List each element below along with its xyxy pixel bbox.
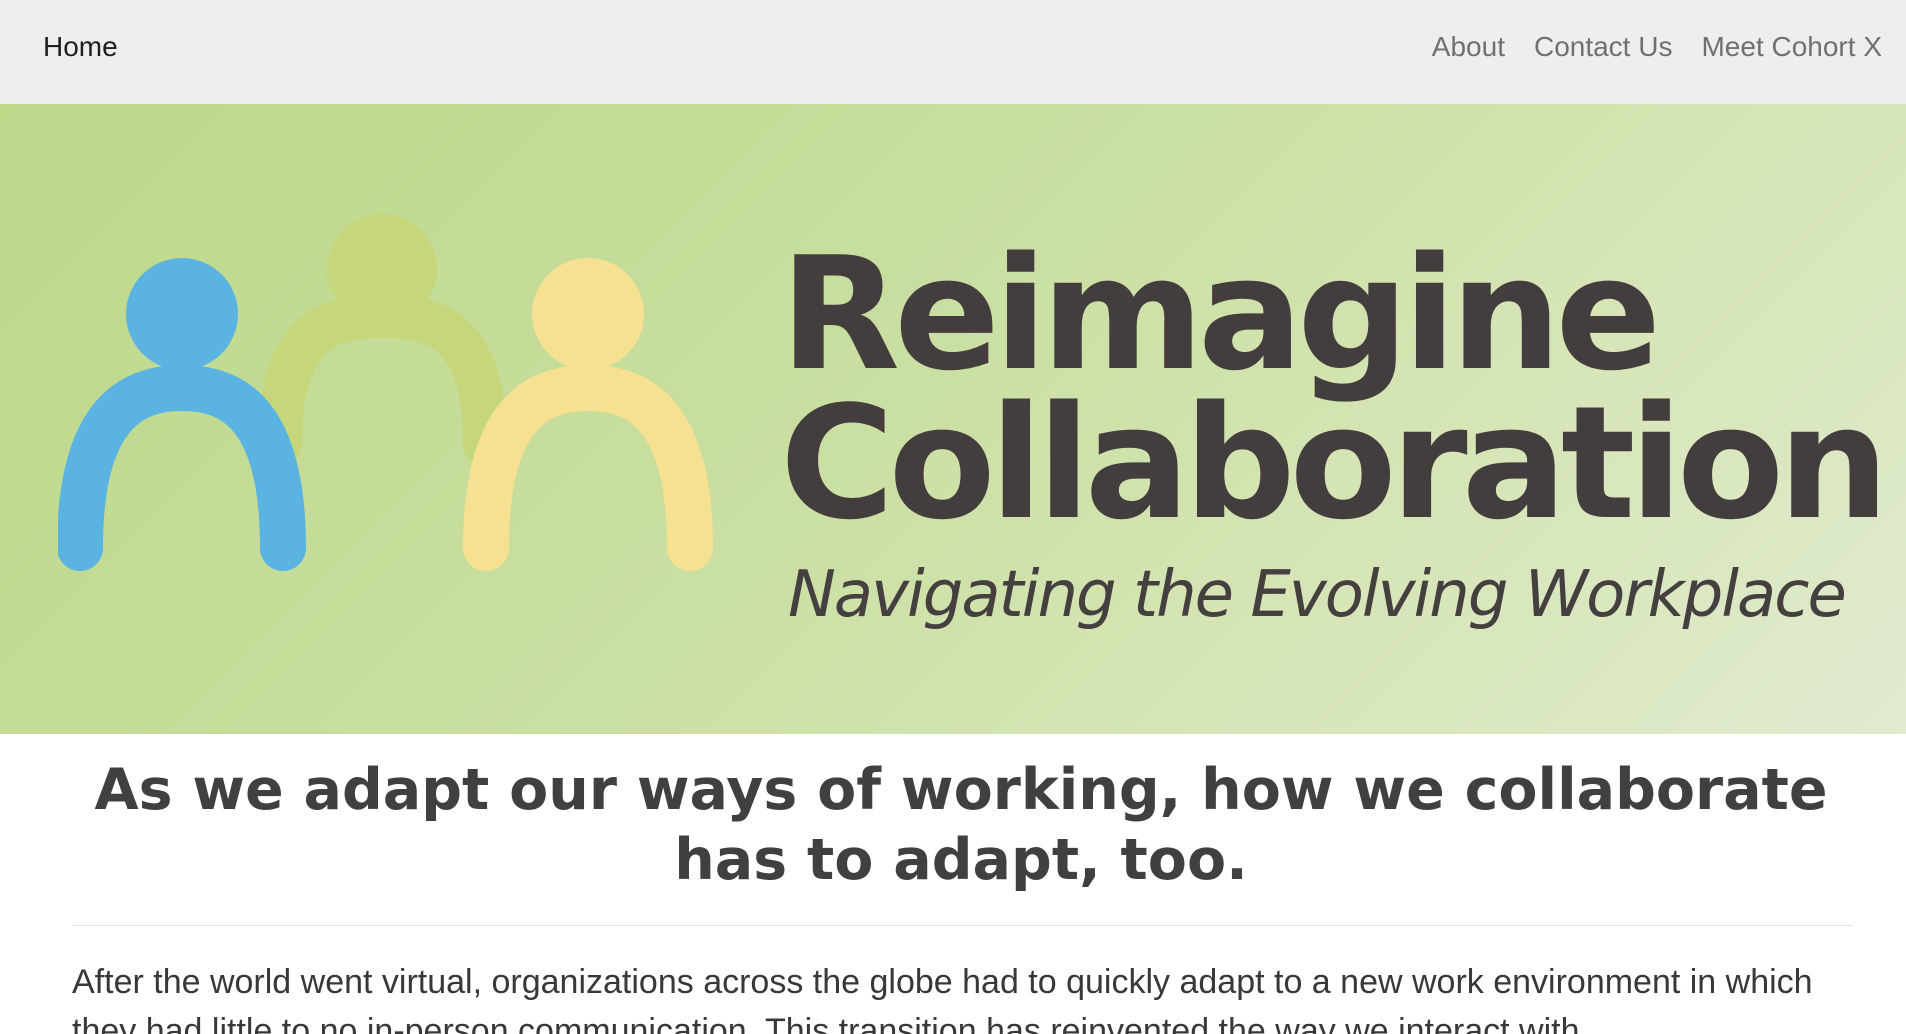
three-people-logo-icon (58, 214, 713, 571)
contact-us-link[interactable]: Contact Us (1534, 30, 1673, 64)
home-link[interactable]: Home (43, 30, 118, 64)
hero-banner: Reimagine Collaboration Navigating the E… (0, 104, 1906, 734)
section-heading: As we adapt our ways of working, how we … (94, 757, 1828, 893)
page: Home About Contact Us Meet Cohort X Reim… (0, 0, 1906, 1034)
about-link[interactable]: About (1432, 30, 1505, 64)
hero-title-line-2: Collaboration (780, 372, 1889, 554)
green-person-icon (258, 214, 507, 466)
hero-tagline: Navigating the Evolving Workplace (788, 558, 1847, 632)
top-navigation-bar: Home About Contact Us Meet Cohort X (0, 0, 1906, 104)
intro-paragraph: After the world went virtual, organizati… (72, 963, 1813, 1034)
hero-title-group: Reimagine Collaboration Navigating the E… (780, 209, 1889, 639)
meet-cohort-x-link[interactable]: Meet Cohort X (1701, 30, 1882, 64)
yellow-person-icon (463, 258, 713, 571)
section-divider (72, 925, 1852, 926)
blue-person-icon (58, 258, 306, 571)
primary-navigation: About Contact Us Meet Cohort X (1432, 30, 1882, 64)
